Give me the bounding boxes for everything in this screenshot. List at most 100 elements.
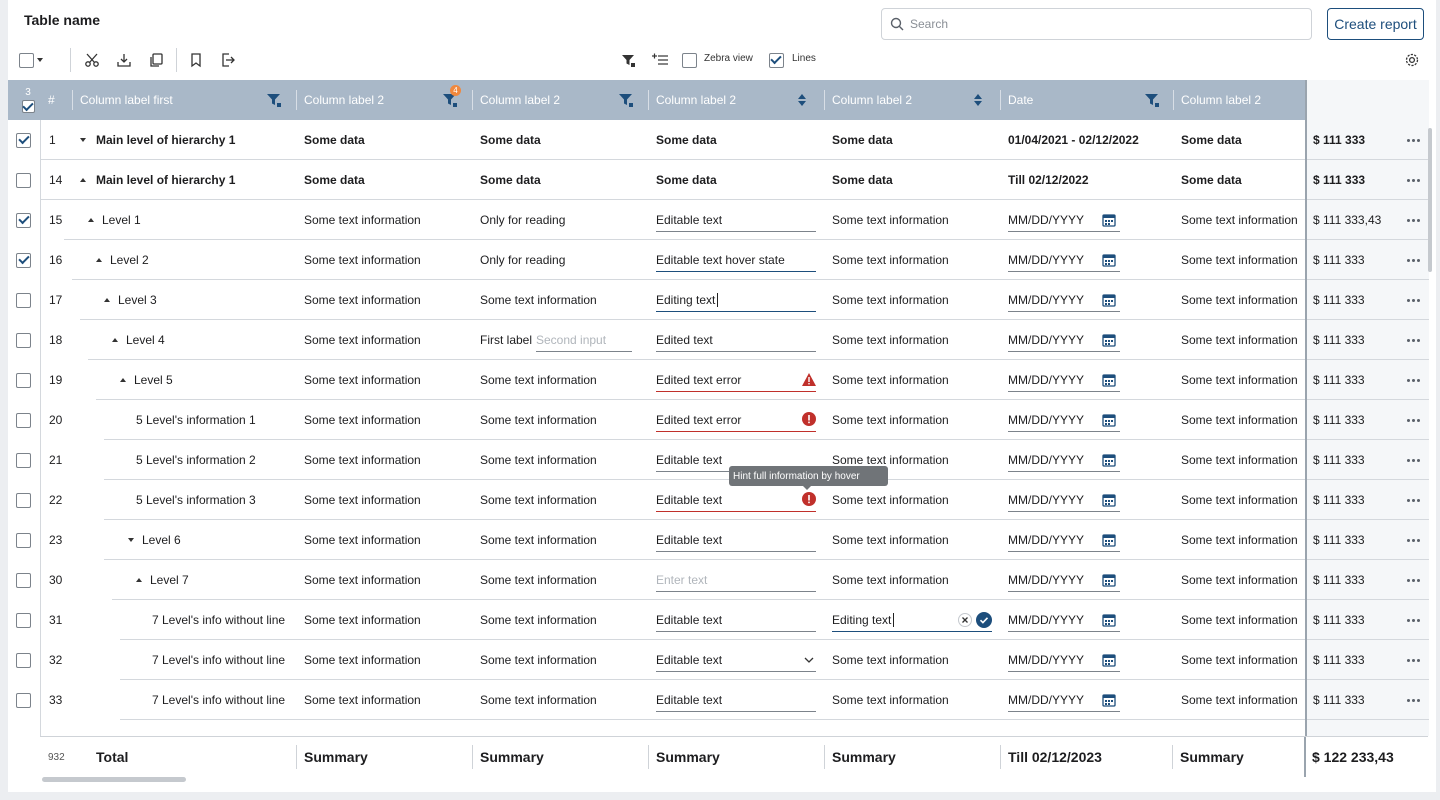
column-header-1[interactable]: Column label first <box>80 80 284 120</box>
expand-toggle-icon[interactable] <box>112 320 124 360</box>
date-picker-field[interactable]: MM/DD/YYYY <box>1008 488 1120 512</box>
column-header-2[interactable]: Column label 2 <box>304 80 460 120</box>
confirm-check-icon[interactable] <box>976 612 992 628</box>
selected-count-header[interactable]: 3 <box>16 80 40 120</box>
row-checkbox[interactable] <box>16 480 36 520</box>
row-checkbox[interactable] <box>16 520 36 560</box>
editable-field[interactable]: Editable text <box>656 528 816 552</box>
more-options-icon[interactable] <box>1405 612 1421 628</box>
more-options-icon[interactable] <box>1405 132 1421 148</box>
editable-field[interactable]: Editing text <box>656 288 816 312</box>
table-row[interactable]: 16 Level 2 Some text information Only for r… <box>8 240 1429 280</box>
column-header-6[interactable]: Date <box>1008 80 1162 120</box>
calendar-icon[interactable] <box>1102 413 1116 427</box>
date-picker-field[interactable]: MM/DD/YYYY <box>1008 688 1120 712</box>
more-options-icon[interactable] <box>1405 572 1421 588</box>
date-picker-field[interactable]: MM/DD/YYYY <box>1008 248 1120 272</box>
editable-field[interactable]: Editable text hover state <box>656 248 816 272</box>
column-filter-icon[interactable] <box>266 92 282 108</box>
more-options-icon[interactable] <box>1405 372 1421 388</box>
calendar-icon[interactable] <box>1102 213 1116 227</box>
download-icon[interactable] <box>114 50 134 70</box>
table-row[interactable]: 23 Level 6 Some text information Some text … <box>8 520 1429 560</box>
date-picker-field[interactable]: MM/DD/YYYY <box>1008 208 1120 232</box>
more-options-icon[interactable] <box>1405 332 1421 348</box>
row-checkbox[interactable] <box>16 680 36 720</box>
row-checkbox[interactable] <box>16 240 36 280</box>
row-checkbox[interactable] <box>16 560 36 600</box>
table-row[interactable]: 17 Level 3 Some text information Some text … <box>8 280 1429 320</box>
calendar-icon[interactable] <box>1102 453 1116 467</box>
column-filter-icon[interactable] <box>618 92 634 108</box>
column-filter-icon[interactable] <box>1144 92 1160 108</box>
calendar-icon[interactable] <box>1102 373 1116 387</box>
add-column-icon[interactable] <box>650 50 670 70</box>
row-checkbox[interactable] <box>16 160 36 200</box>
table-row[interactable]: 14 Main level of hierarchy 1 Some data Some… <box>8 160 1429 200</box>
more-options-icon[interactable] <box>1405 292 1421 308</box>
editable-field[interactable]: Editable text <box>656 488 816 512</box>
clear-icon[interactable] <box>958 613 972 627</box>
column-header-4[interactable]: Column label 2 <box>656 80 812 120</box>
column-sort-icon[interactable] <box>794 92 810 108</box>
header-checkbox[interactable] <box>21 100 35 113</box>
table-row[interactable]: 31 7 Level's info without line Some text i… <box>8 600 1429 640</box>
expand-toggle-icon[interactable] <box>128 520 140 560</box>
column-header-7[interactable]: Column label 2 <box>1181 80 1293 120</box>
calendar-icon[interactable] <box>1102 533 1116 547</box>
expand-toggle-icon[interactable] <box>80 120 92 160</box>
date-picker-field[interactable]: MM/DD/YYYY <box>1008 368 1120 392</box>
row-checkbox[interactable] <box>16 360 36 400</box>
expand-toggle-icon[interactable] <box>88 200 100 240</box>
editable-field[interactable]: Edited text error <box>656 408 816 432</box>
editable-field[interactable]: Editable text <box>656 608 816 632</box>
table-row[interactable]: 1 Main level of hierarchy 1 Some data Some … <box>8 120 1429 160</box>
table-row[interactable]: 32 7 Level's info without line Some text i… <box>8 640 1429 680</box>
copy-icon[interactable] <box>146 50 166 70</box>
calendar-icon[interactable] <box>1102 573 1116 587</box>
cut-icon[interactable] <box>82 50 102 70</box>
row-checkbox[interactable] <box>16 280 36 320</box>
calendar-icon[interactable] <box>1102 613 1116 627</box>
row-checkbox[interactable] <box>16 200 36 240</box>
table-row[interactable]: 30 Level 7 Some text information Some text … <box>8 560 1429 600</box>
calendar-icon[interactable] <box>1102 333 1116 347</box>
date-picker-field[interactable]: MM/DD/YYYY <box>1008 408 1120 432</box>
column-header-5[interactable]: Column label 2 <box>832 80 988 120</box>
editable-field[interactable]: Edited text <box>656 328 816 352</box>
editing-field[interactable]: Editing text <box>832 608 992 632</box>
expand-toggle-icon[interactable] <box>96 240 108 280</box>
row-checkbox[interactable] <box>16 120 36 160</box>
table-row[interactable]: 18 Level 4 Some text information First labe… <box>8 320 1429 360</box>
more-options-icon[interactable] <box>1405 532 1421 548</box>
column-header-0[interactable]: # <box>48 80 64 120</box>
date-picker-field[interactable]: MM/DD/YYYY <box>1008 528 1120 552</box>
column-header-3[interactable]: Column label 2 <box>480 80 636 120</box>
expand-toggle-icon[interactable] <box>104 280 116 320</box>
chevron-down-icon[interactable] <box>804 657 814 663</box>
calendar-icon[interactable] <box>1102 493 1116 507</box>
editable-field[interactable]: Editable text <box>656 648 816 672</box>
date-picker-field[interactable]: MM/DD/YYYY <box>1008 288 1120 312</box>
row-checkbox[interactable] <box>16 440 36 480</box>
expand-toggle-icon[interactable] <box>80 160 92 200</box>
row-checkbox[interactable] <box>16 600 36 640</box>
expand-toggle-icon[interactable] <box>120 360 132 400</box>
more-options-icon[interactable] <box>1405 212 1421 228</box>
vertical-scrollbar[interactable] <box>1428 128 1432 272</box>
select-menu-chevron-icon[interactable] <box>34 50 46 70</box>
search-input[interactable] <box>910 17 1290 31</box>
date-picker-field[interactable]: MM/DD/YYYY <box>1008 328 1120 352</box>
row-checkbox[interactable] <box>16 640 36 680</box>
editable-field[interactable]: Edited text error <box>656 368 816 392</box>
calendar-icon[interactable] <box>1102 653 1116 667</box>
date-picker-field[interactable]: MM/DD/YYYY <box>1008 568 1120 592</box>
lines-checkbox[interactable] <box>766 50 786 70</box>
editable-field[interactable]: Editable text <box>656 208 816 232</box>
horizontal-scrollbar[interactable] <box>42 777 186 782</box>
zebra-view-checkbox[interactable] <box>679 50 699 70</box>
column-sort-icon[interactable] <box>970 92 986 108</box>
export-icon[interactable] <box>218 50 238 70</box>
filter-icon[interactable] <box>618 50 638 70</box>
select-all-checkbox[interactable] <box>16 50 36 70</box>
